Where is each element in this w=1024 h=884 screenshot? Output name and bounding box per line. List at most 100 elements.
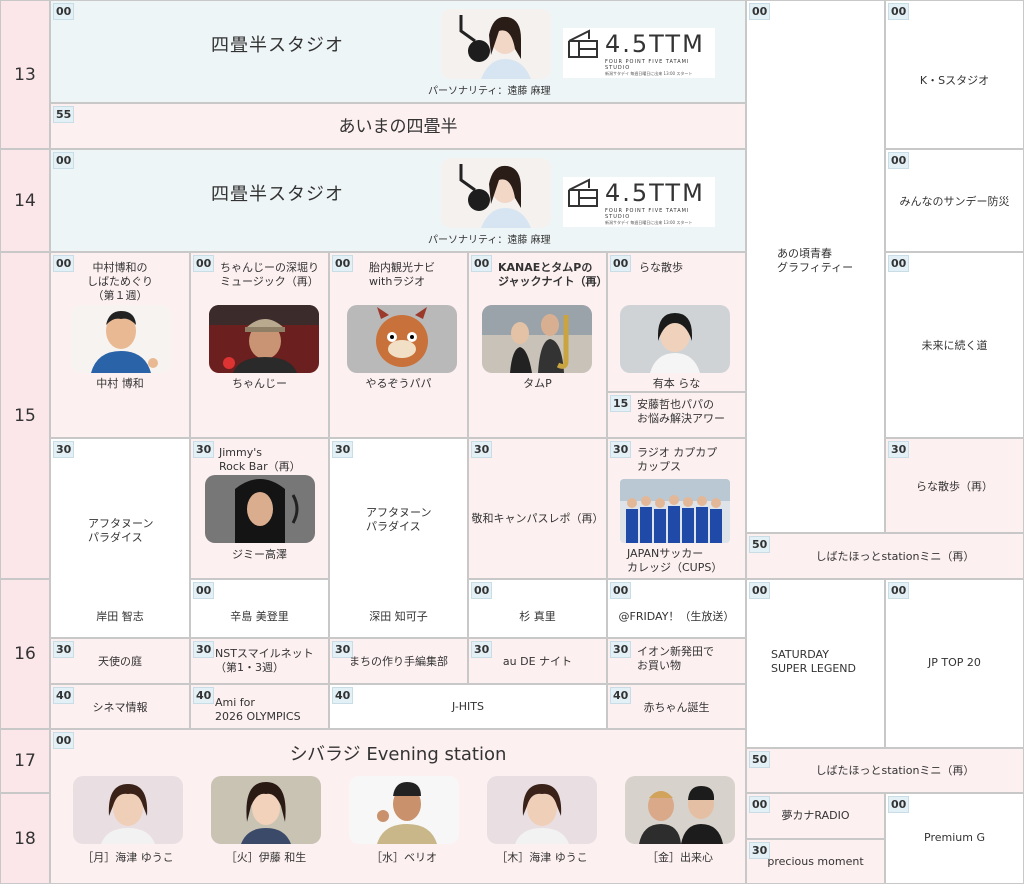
program-title: 未来に続く道 (921, 339, 988, 352)
program-title: あいまの四畳半 (338, 117, 458, 137)
time-tag: 00 (332, 255, 354, 272)
program-title: 胎内観光ナビ withラジオ (369, 261, 435, 288)
program-shibata-mini-1[interactable]: 50 しばたほっとstationミニ（再） (746, 533, 1024, 579)
time-tag: 30 (471, 441, 493, 458)
program-ando-papa[interactable]: 15 安藤哲也パパの お悩み解決アワー (607, 392, 746, 438)
host-name: ジミー高澤 (232, 548, 287, 561)
time-tag: 00 (193, 582, 215, 599)
program-cinema-info[interactable]: 40 シネマ情報 (50, 684, 190, 729)
program-afternoon-paradise-1[interactable]: 30 アフタヌーン パラダイス 岸田 智志 (50, 438, 190, 638)
program-title: Premium G (924, 831, 985, 844)
hour-16: 16 (0, 579, 50, 729)
program-title: ラジオ カプカプ カップス (637, 446, 718, 473)
host-photo (71, 305, 171, 373)
time-tag: 00 (53, 152, 75, 169)
program-keiwa-campus[interactable]: 30 敬和キャンパスレポ（再） (468, 438, 607, 579)
program-au-de-night[interactable]: 30 au DE ナイト (468, 638, 607, 684)
time-tag: 00 (471, 582, 493, 599)
host-photo (205, 475, 315, 543)
program-title: J-HITS (451, 700, 485, 713)
program-sugi[interactable]: 00 杉 真里 (468, 579, 607, 638)
program-title: 中村博和の しばためぐり （第１週） (87, 261, 153, 302)
program-tenshi-no-niwa[interactable]: 30 天使の庭 (50, 638, 190, 684)
program-rana-sanpo[interactable]: 00 らな散歩 有本 らな (607, 252, 746, 392)
program-title: シバラジ Evening station (289, 744, 507, 765)
program-title: あの頃青春 グラフィティー (777, 247, 854, 274)
host-name: 深田 知可子 (369, 610, 428, 623)
time-tag: 00 (610, 582, 632, 599)
time-tag: 00 (193, 255, 215, 272)
host-photo (620, 479, 730, 543)
host-photo (347, 305, 457, 373)
program-chanjii-fukabori[interactable]: 00 ちゃんじーの深堀り ミュージック（再） ちゃんじー (190, 252, 329, 438)
logo-subtitle: FOUR POINT FIVE TATAMI STUDIO (605, 208, 690, 220)
program-title: K・Sスタジオ (919, 74, 990, 87)
program-premium-g[interactable]: 00 Premium G (885, 793, 1024, 884)
program-title: アフタヌーン パラダイス (366, 506, 432, 533)
program-rana-sanpo-re[interactable]: 30 らな散歩（再） (885, 438, 1024, 533)
program-yumekana-radio[interactable]: 00 夢カナRADIO (746, 793, 885, 839)
program-title: まちの作り手編集部 (349, 655, 448, 668)
program-title: 赤ちゃん誕生 (643, 701, 710, 714)
time-tag: 30 (332, 441, 354, 458)
logo-small-text: 新潟サタデイ 毎週日曜日に出来 13:00 スタート (605, 71, 693, 76)
program-title: みんなのサンデー防災 (899, 195, 1010, 208)
host-name: 有本 らな (652, 377, 701, 390)
program-shibaraji-evening[interactable]: 00 シバラジ Evening station ［月］海津 ゆうこ ［火］伊藤 … (50, 729, 746, 884)
time-tag: 00 (471, 255, 493, 272)
hour-15: 15 (0, 252, 50, 579)
host-name: 杉 真里 (519, 610, 556, 623)
program-title: しばたほっとstationミニ（再） (815, 550, 975, 563)
program-shijohan-14[interactable]: 00 四畳半スタジオ 4.5TTM FOUR POINT FIVE TATAMI… (50, 149, 746, 252)
program-tainai-navi[interactable]: 00 胎内観光ナビ withラジオ やるぞうパパ (329, 252, 468, 438)
program-title: らな散歩（再） (916, 480, 993, 493)
time-tag: 15 (610, 395, 632, 412)
program-title: 夢カナRADIO (781, 809, 850, 822)
personality-photo (441, 9, 551, 79)
program-title: らな散歩 (639, 261, 683, 274)
program-kanae-jacknight[interactable]: 00 KANAEとタムPの ジャックナイト（再） タムP (468, 252, 607, 438)
host-name-mon: ［月］海津 ゆうこ (82, 851, 174, 864)
time-tag: 00 (888, 796, 910, 813)
program-sunday-bosai[interactable]: 00 みんなのサンデー防災 (885, 149, 1024, 252)
hour-18: 18 (0, 793, 50, 884)
program-anokoro[interactable]: 00 あの頃青春 グラフィティー (746, 0, 885, 533)
program-j-hits[interactable]: 40 J-HITS (329, 684, 607, 729)
program-saturday-super-legend[interactable]: 00 SATURDAY SUPER LEGEND (746, 579, 885, 748)
program-jimmys-rock-bar[interactable]: 30 Jimmy's Rock Bar（再） ジミー高澤 (190, 438, 329, 579)
logo-text: 4.5TTM (605, 179, 705, 207)
program-nakamura-shibatameguri[interactable]: 00 中村博和の しばためぐり （第１週） 中村 博和 (50, 252, 190, 438)
host-name-wed: ［水］ベリオ (371, 851, 437, 864)
program-jp-top-20[interactable]: 00 JP TOP 20 (885, 579, 1024, 748)
program-mirai[interactable]: 00 未来に続く道 (885, 252, 1024, 438)
program-title: 天使の庭 (98, 655, 142, 668)
program-shijohan-13[interactable]: 00 四畳半スタジオ 4.5TTM FOUR POINT FIVE TATAMI… (50, 0, 746, 103)
host-photo-wed (349, 776, 459, 844)
program-ami-olympics[interactable]: 40 Ami for 2026 OLYMPICS (190, 684, 329, 729)
program-aeon-shibata[interactable]: 30 イオン新発田で お買い物 (607, 638, 746, 684)
hour-14: 14 (0, 149, 50, 252)
host-photo-fri (625, 776, 735, 844)
hour-17: 17 (0, 729, 50, 793)
host-name: JAPANサッカー カレッジ（CUPS） (627, 547, 723, 574)
host-name: 岸田 智志 (96, 610, 144, 623)
program-afternoon-paradise-2[interactable]: 30 アフタヌーン パラダイス 深田 知可子 (329, 438, 468, 638)
program-title: アフタヌーン パラダイス (88, 517, 154, 544)
program-radio-capcap[interactable]: 30 ラジオ カプカプ カップス JAPANサッカー カレッジ（CUPS） (607, 438, 746, 579)
program-title: 敬和キャンパスレポ（再） (471, 512, 604, 525)
host-name-fri: ［金］出来心 (647, 851, 713, 864)
4-5ttm-logo: 4.5TTM FOUR POINT FIVE TATAMI STUDIO 新潟サ… (563, 177, 715, 227)
program-akachan-tanjo[interactable]: 40 赤ちゃん誕生 (607, 684, 746, 729)
program-shibata-mini-2[interactable]: 50 しばたほっとstationミニ（再） (746, 748, 1024, 793)
program-at-friday[interactable]: 00 @FRIDAY！（生放送） (607, 579, 746, 638)
program-precious-moment[interactable]: 30 precious moment (746, 839, 885, 884)
program-ks-studio[interactable]: 00 K・Sスタジオ (885, 0, 1024, 149)
time-tag: 30 (888, 441, 910, 458)
time-tag: 00 (888, 3, 910, 20)
time-tag: 00 (888, 255, 910, 272)
program-nst-smile-net[interactable]: 30 NSTスマイルネット （第1・3週） (190, 638, 329, 684)
program-machi-no-tsukurite[interactable]: 30 まちの作り手編集部 (329, 638, 468, 684)
program-karashima[interactable]: 00 辛島 美登里 (190, 579, 329, 638)
program-title: KANAEとタムPの ジャックナイト（再） (498, 261, 607, 288)
program-aimano[interactable]: 55 あいまの四畳半 (50, 103, 746, 149)
